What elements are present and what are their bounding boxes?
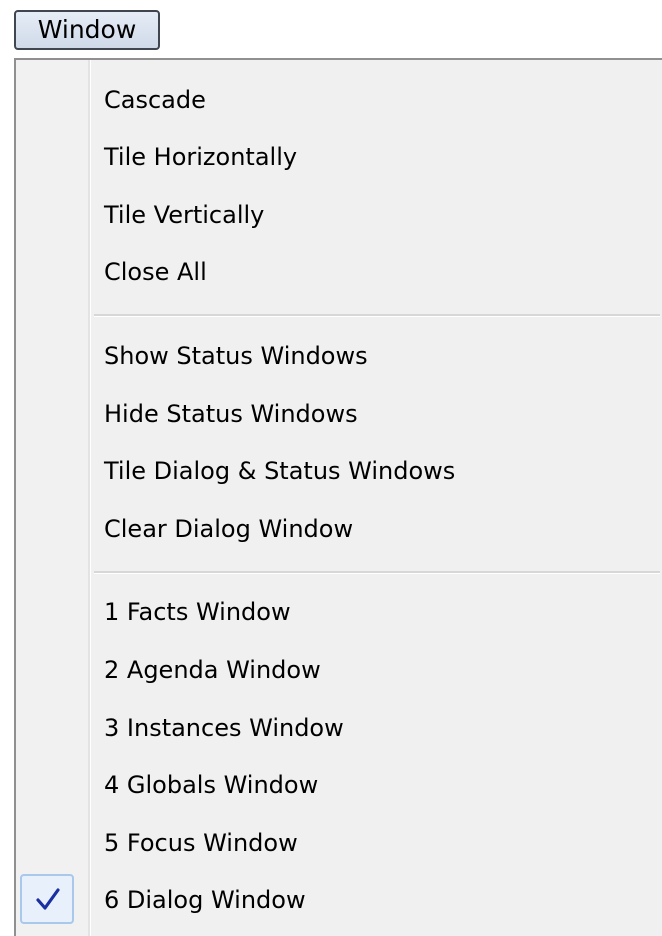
menu-item-clear-dialog-window[interactable]: Clear Dialog Window — [16, 501, 662, 557]
menu-item-instances-window[interactable]: 3 Instances Window — [16, 700, 662, 756]
menu-item-label: Tile Dialog & Status Windows — [104, 457, 456, 485]
menu-item-label: 2 Agenda Window — [104, 656, 321, 684]
checkmark-highlight — [20, 874, 74, 924]
menu-item-agenda-window[interactable]: 2 Agenda Window — [16, 642, 662, 698]
menu-item-close-all[interactable]: Close All — [16, 244, 662, 300]
window-dropdown-menu: Cascade Tile Horizontally Tile Verticall… — [14, 58, 662, 936]
menu-item-label: Clear Dialog Window — [104, 515, 354, 543]
menu-item-label: 3 Instances Window — [104, 714, 344, 742]
menu-item-dialog-window[interactable]: 6 Dialog Window — [16, 872, 662, 928]
menu-item-label: Close All — [104, 258, 207, 286]
menu-item-focus-window[interactable]: 5 Focus Window — [16, 815, 662, 871]
checkmark-icon — [36, 888, 60, 910]
menu-item-label: Tile Horizontally — [104, 143, 298, 171]
menu-item-label: 1 Facts Window — [104, 598, 291, 626]
menu-separator — [94, 571, 660, 574]
menu-item-tile-dialog-status-windows[interactable]: Tile Dialog & Status Windows — [16, 443, 662, 499]
menu-item-facts-window[interactable]: 1 Facts Window — [16, 584, 662, 640]
menu-item-hide-status-windows[interactable]: Hide Status Windows — [16, 386, 662, 442]
menu-item-label: 6 Dialog Window — [104, 886, 306, 914]
menu-item-label: Show Status Windows — [104, 342, 368, 370]
menu-item-label: Tile Vertically — [104, 201, 265, 229]
menu-item-label: Cascade — [104, 86, 206, 114]
menu-item-tile-horizontally[interactable]: Tile Horizontally — [16, 129, 662, 185]
menu-item-show-status-windows[interactable]: Show Status Windows — [16, 328, 662, 384]
menu-separator — [94, 314, 660, 317]
window-menu-button[interactable]: Window — [14, 10, 160, 50]
menu-item-tile-vertically[interactable]: Tile Vertically — [16, 187, 662, 243]
menu-bar: Window — [0, 0, 662, 60]
menu-item-label: 5 Focus Window — [104, 829, 298, 857]
menu-item-globals-window[interactable]: 4 Globals Window — [16, 757, 662, 813]
menu-item-label: Hide Status Windows — [104, 400, 358, 428]
menu-item-label: 4 Globals Window — [104, 771, 319, 799]
menu-item-cascade[interactable]: Cascade — [16, 72, 662, 128]
